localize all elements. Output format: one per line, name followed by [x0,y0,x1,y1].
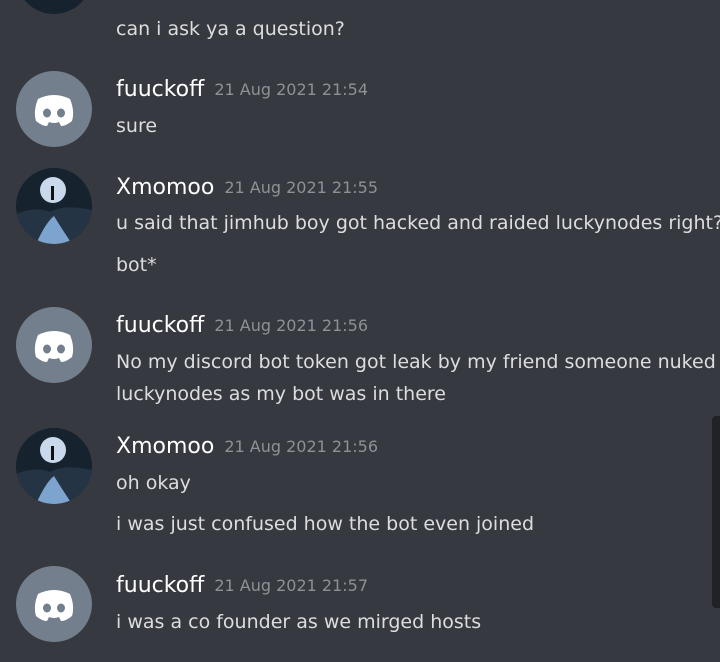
moon-figure-icon [16,428,92,504]
username-text[interactable]: fuuckoff [116,573,204,598]
message-text: can i ask ya a question? [116,18,345,40]
username[interactable]: fuuckoff 21 Aug 2021 21:56 [116,312,368,340]
discord-default-avatar[interactable] [16,307,92,383]
timestamp: 21 Aug 2021 21:54 [214,80,368,99]
moon-figure-avatar[interactable] [16,428,92,504]
username[interactable]: Xmomoo 21 Aug 2021 21:56 [116,433,378,461]
username-text[interactable]: Xmomoo [116,434,214,459]
username[interactable]: fuuckoff 21 Aug 2021 21:57 [116,572,368,600]
message-text: No my discord bot token got leak by my f… [116,351,716,373]
discord-logo-icon [16,566,92,642]
message-text: i was a co founder as we mirged hosts [116,611,482,633]
timestamp: 21 Aug 2021 21:55 [224,178,378,197]
username-text[interactable]: Xmomoo [116,175,214,200]
avatar-moon-partial[interactable] [16,0,92,14]
chat-messages-area: can i ask ya a question? fuuckoff 21 Aug … [0,0,720,662]
discord-logo-icon [16,307,92,383]
message-text: u said that jimhub boy got hacked and ra… [116,212,720,234]
username-text[interactable]: fuuckoff [116,77,204,102]
scrollbar[interactable] [712,416,720,608]
message-text: i was just confused how the bot even joi… [116,513,534,535]
message-text: bot* [116,254,157,276]
discord-default-avatar[interactable] [16,566,92,642]
username[interactable]: fuuckoff 21 Aug 2021 21:54 [116,76,368,104]
discord-default-avatar[interactable] [16,71,92,147]
timestamp: 21 Aug 2021 21:56 [214,316,368,335]
message-text: luckynodes as my bot was in there [116,383,446,405]
username[interactable]: Xmomoo 21 Aug 2021 21:55 [116,174,378,202]
message-text: sure [116,115,158,137]
timestamp: 21 Aug 2021 21:57 [214,576,368,595]
timestamp: 21 Aug 2021 21:56 [224,437,378,456]
moon-figure-icon [16,168,92,244]
message-text: oh okay [116,472,191,494]
username-text[interactable]: fuuckoff [116,313,204,338]
discord-logo-icon [16,71,92,147]
moon-figure-avatar[interactable] [16,168,92,244]
